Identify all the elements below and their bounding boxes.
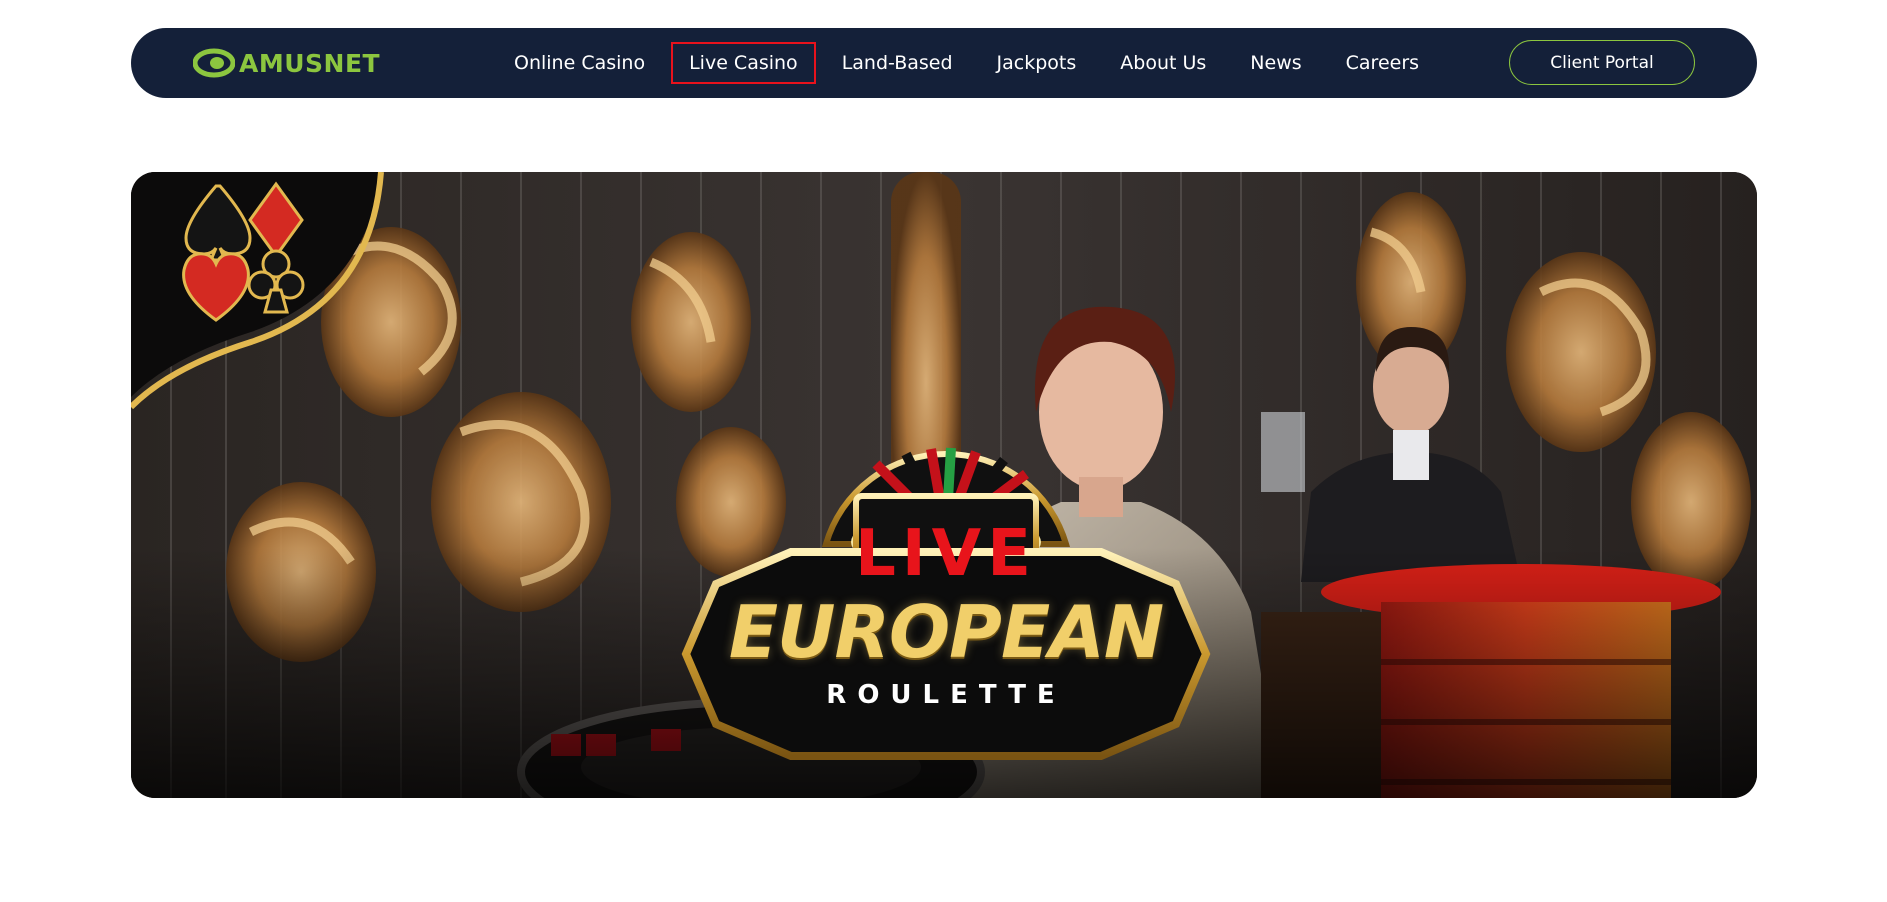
nav-news[interactable]: News bbox=[1234, 44, 1317, 82]
nav-land-based[interactable]: Land-Based bbox=[826, 44, 969, 82]
main-nav: Online Casino Live Casino Land-Based Jac… bbox=[498, 28, 1447, 98]
amusnet-logo[interactable]: AMUSNET bbox=[193, 46, 380, 80]
amusnet-logo-icon bbox=[193, 48, 235, 78]
nav-jackpots[interactable]: Jackpots bbox=[981, 44, 1093, 82]
top-navbar: AMUSNET Online Casino Live Casino Land-B… bbox=[131, 28, 1757, 98]
logo-text: AMUSNET bbox=[239, 48, 381, 78]
hero-banner[interactable]: LIVE EUROPEAN ROULETTE bbox=[131, 172, 1757, 798]
nav-live-casino[interactable]: Live Casino bbox=[671, 42, 816, 84]
nav-online-casino[interactable]: Online Casino bbox=[498, 44, 661, 82]
badge-title-text: EUROPEAN bbox=[728, 590, 1164, 674]
client-portal-button[interactable]: Client Portal bbox=[1509, 40, 1695, 85]
badge-subtitle-text: ROULETTE bbox=[826, 680, 1066, 710]
european-roulette-logo: LIVE EUROPEAN ROULETTE bbox=[676, 434, 1216, 764]
nav-about-us[interactable]: About Us bbox=[1104, 44, 1222, 82]
badge-live-text: LIVE bbox=[855, 517, 1037, 591]
nav-careers[interactable]: Careers bbox=[1330, 44, 1435, 82]
